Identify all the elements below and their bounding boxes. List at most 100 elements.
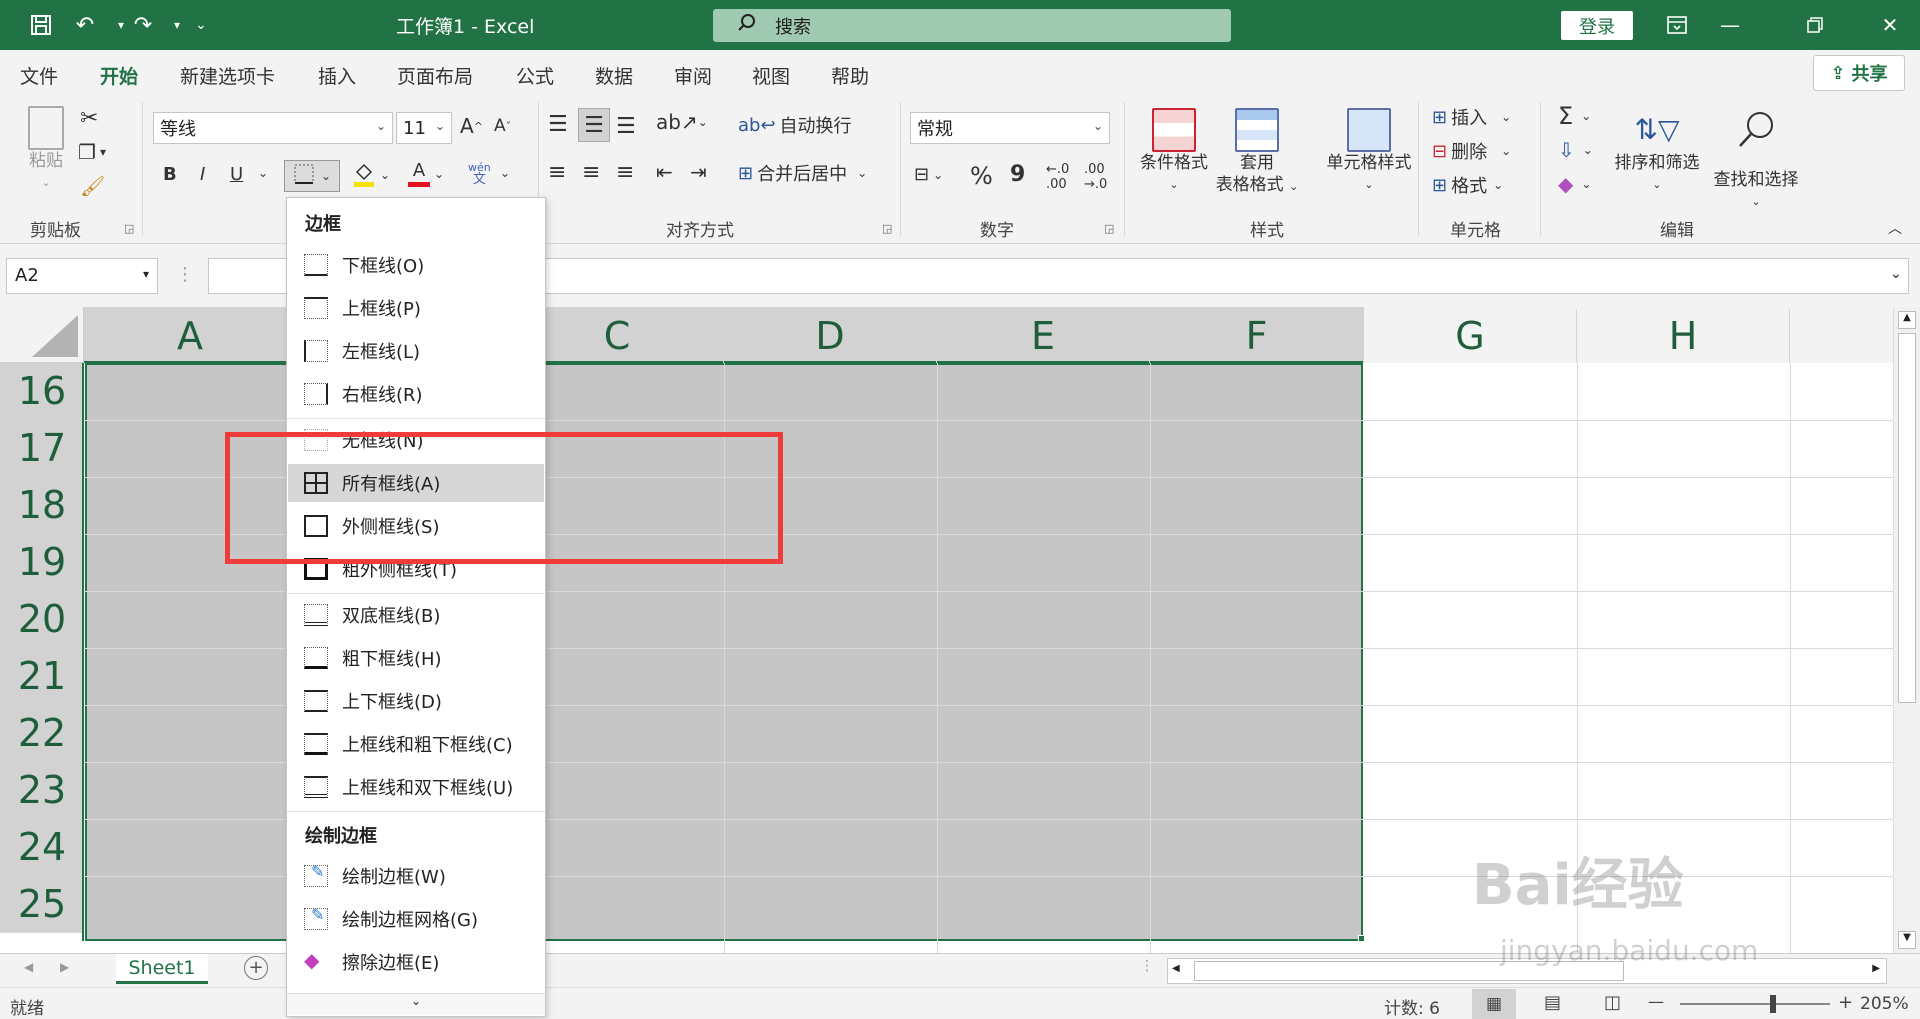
tab-insert[interactable]: 插入 — [318, 62, 356, 89]
scroll-up-icon[interactable]: ▲ — [1898, 311, 1916, 329]
row-header[interactable]: 20 — [0, 591, 84, 648]
row-header[interactable]: 21 — [0, 648, 84, 705]
increase-indent-icon[interactable]: ⇥ — [690, 160, 707, 184]
row-header[interactable]: 17 — [0, 420, 84, 477]
align-right-icon[interactable]: ≡ — [616, 160, 634, 185]
menu-erase-border[interactable]: ◆ 擦除边框(E) — [288, 943, 544, 981]
menu-draw-border-grid[interactable]: ✎ 绘制边框网格(G) — [288, 900, 544, 938]
column-header[interactable]: D — [724, 309, 937, 363]
decrease-decimal-icon[interactable]: .00 →.0 — [1084, 162, 1107, 192]
align-center-icon[interactable]: ≡ — [582, 160, 600, 185]
zoom-slider[interactable] — [1680, 1003, 1830, 1005]
align-top-icon[interactable]: ☰ — [548, 112, 568, 137]
row-header[interactable]: 23 — [0, 762, 84, 819]
clipboard-launcher-icon[interactable]: ◲ — [124, 222, 134, 235]
sheet-tab-sheet1[interactable]: Sheet1 — [116, 954, 208, 984]
cell-styles-button[interactable]: 单元格样式 ⌄ — [1306, 108, 1432, 196]
sort-filter-button[interactable]: ⇅▽ 排序和筛选 ⌄ — [1610, 108, 1704, 196]
format-as-table-button[interactable]: 套用 表格格式 ⌄ — [1212, 108, 1302, 198]
menu-top-border[interactable]: 上框线(P) — [288, 289, 544, 327]
ribbon-display-options-icon[interactable] — [1657, 8, 1697, 42]
zoom-in-icon[interactable]: + — [1838, 992, 1853, 1013]
autosum-button[interactable]: Σ ⌄ — [1558, 102, 1591, 130]
column-header[interactable]: H — [1577, 309, 1790, 363]
row-header[interactable]: 19 — [0, 534, 84, 591]
row-header[interactable]: 24 — [0, 819, 84, 876]
login-button[interactable]: 登录 — [1561, 11, 1633, 40]
tab-file[interactable]: 文件 — [20, 62, 58, 89]
customize-qat-icon[interactable]: ⌄ — [184, 8, 218, 42]
menu-scroll-down-icon[interactable]: ⌄ — [287, 993, 545, 1015]
merge-center-button[interactable]: ⊞ 合并后居中 ⌄ — [738, 160, 867, 186]
page-layout-view-icon[interactable]: ▤ — [1544, 992, 1561, 1013]
tab-view[interactable]: 视图 — [752, 62, 790, 89]
tab-page-layout[interactable]: 页面布局 — [397, 62, 473, 89]
phonetic-icon[interactable]: wén 文 — [468, 162, 491, 187]
comma-style-button[interactable]: 9 — [1010, 162, 1025, 187]
minimize-icon[interactable]: — — [1710, 8, 1750, 42]
select-all-corner[interactable] — [0, 307, 84, 363]
fill-button[interactable]: ⇩ ⌄ — [1558, 138, 1593, 162]
paste-button[interactable]: 粘贴 ⌄ — [18, 106, 74, 194]
fill-handle[interactable] — [1358, 935, 1365, 942]
decrease-indent-icon[interactable]: ⇤ — [656, 160, 673, 184]
font-name-combo[interactable]: 等线 ⌄ — [153, 112, 393, 144]
tab-new[interactable]: 新建选项卡 — [180, 62, 275, 89]
share-button[interactable]: ⇪ 共享 — [1813, 55, 1905, 91]
tab-review[interactable]: 审阅 — [674, 62, 712, 89]
zoom-level[interactable]: 205% — [1860, 994, 1909, 1014]
zoom-out-icon[interactable]: — — [1648, 992, 1664, 1011]
menu-right-border[interactable]: 右框线(R) — [288, 375, 544, 413]
add-sheet-icon[interactable]: + — [244, 956, 268, 980]
menu-left-border[interactable]: 左框线(L) — [288, 332, 544, 370]
percent-style-button[interactable]: % — [970, 162, 993, 190]
redo-icon[interactable]: ↷ — [126, 8, 160, 42]
scroll-left-icon[interactable]: ◀ — [1172, 963, 1180, 974]
row-header[interactable]: 18 — [0, 477, 84, 534]
collapse-ribbon-icon[interactable]: ︿ — [1888, 218, 1902, 238]
increase-font-icon[interactable]: A ^ — [460, 114, 483, 138]
bold-button[interactable]: B — [163, 164, 177, 185]
row-header[interactable]: 22 — [0, 705, 84, 762]
column-header[interactable]: E — [937, 309, 1150, 363]
alignment-launcher-icon[interactable]: ◲ — [882, 222, 892, 235]
decrease-font-icon[interactable]: Aˇ — [494, 116, 511, 136]
format-painter-icon[interactable]: 🖌 — [80, 174, 105, 198]
underline-button[interactable]: U — [230, 164, 243, 185]
align-middle-icon[interactable]: ☰ — [578, 108, 610, 142]
phonetic-dropdown-icon[interactable]: ⌄ — [500, 166, 510, 180]
name-box[interactable]: A2 ▾ — [6, 258, 158, 294]
insert-cells-button[interactable]: ⊞ 插入 ⌄ — [1432, 104, 1511, 130]
wrap-text-button[interactable]: ab↩ 自动换行 — [738, 112, 852, 138]
scroll-thumb[interactable] — [1898, 333, 1916, 703]
menu-top-bottom-border[interactable]: 上下框线(D) — [288, 682, 544, 720]
delete-cells-button[interactable]: ⊟ 删除 ⌄ — [1432, 138, 1511, 164]
copy-icon[interactable]: ❐ ▾ — [78, 140, 106, 164]
tab-home[interactable]: 开始 — [100, 62, 139, 97]
menu-top-thick-bottom-border[interactable]: 上框线和粗下框线(C) — [288, 725, 544, 763]
format-cells-button[interactable]: ⊞ 格式 ⌄ — [1432, 172, 1503, 198]
row-header[interactable]: 16 — [0, 363, 84, 420]
find-select-button[interactable]: 查找和选择 ⌄ — [1708, 108, 1804, 213]
font-color-button[interactable]: A ⌄ — [408, 160, 444, 187]
column-header[interactable]: F — [1150, 309, 1364, 363]
orientation-icon[interactable]: ab↗ ⌄ — [656, 110, 708, 134]
page-break-view-icon[interactable]: ◫ — [1604, 992, 1621, 1013]
row-header[interactable]: 25 — [0, 876, 84, 933]
align-bottom-icon[interactable]: ☰ — [616, 114, 636, 139]
save-icon[interactable] — [24, 8, 58, 42]
cut-icon[interactable]: ✂ — [80, 106, 98, 131]
normal-view-icon[interactable]: ▦ — [1472, 989, 1516, 1019]
search-box[interactable]: 搜索 — [713, 9, 1231, 42]
menu-top-double-bottom-border[interactable]: 上框线和双下框线(U) — [288, 768, 544, 806]
scroll-down-icon[interactable]: ▼ — [1898, 931, 1916, 949]
menu-draw-border[interactable]: ✎ 绘制边框(W) — [288, 857, 544, 895]
tab-help[interactable]: 帮助 — [831, 62, 869, 89]
clear-button[interactable]: ◆ ⌄ — [1558, 172, 1591, 196]
close-icon[interactable]: ✕ — [1870, 8, 1910, 42]
split-handle-icon[interactable]: ⋮ — [1140, 958, 1154, 974]
column-header[interactable]: A — [84, 309, 297, 363]
zoom-slider-thumb[interactable] — [1770, 995, 1776, 1013]
italic-button[interactable]: I — [200, 164, 205, 185]
underline-dropdown-icon[interactable]: ⌄ — [258, 166, 268, 180]
